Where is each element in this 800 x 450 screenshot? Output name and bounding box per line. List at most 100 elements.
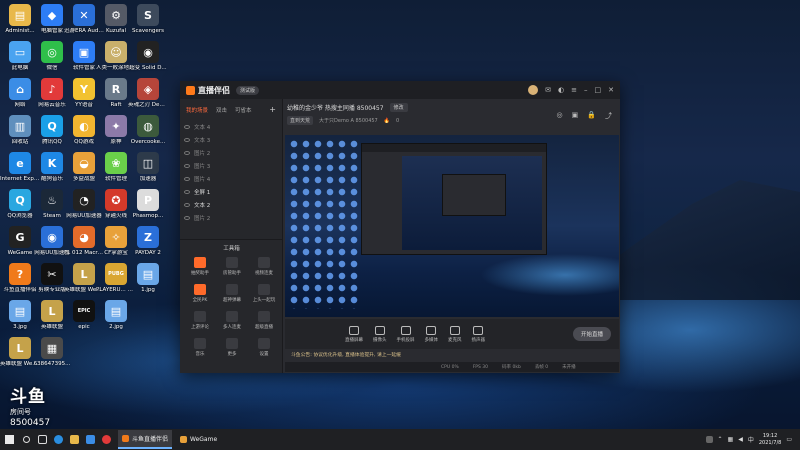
tool-button[interactable]: 设置 xyxy=(248,338,280,357)
desktop-icon[interactable]: S Scavengers xyxy=(128,4,168,35)
maximize-icon[interactable]: □ xyxy=(595,86,602,94)
tab-my-scenes[interactable]: 我的场景 xyxy=(186,106,208,114)
app-icon: ◒ xyxy=(73,152,95,174)
app-titlebar[interactable]: 直播伴侣 测试版 ✉ ◐ ≡ – □ ✕ xyxy=(180,81,620,99)
room-category[interactable]: 直到天荒 xyxy=(287,116,314,125)
desktop-icon-label: 2.jpg xyxy=(109,324,123,330)
tab-3[interactable]: 可省本 xyxy=(235,106,252,114)
edit-button[interactable]: 修改 xyxy=(389,103,408,112)
source-button[interactable]: 麦克风 xyxy=(448,325,462,343)
tool-button[interactable]: 上头一起玩 xyxy=(248,284,280,303)
eye-icon[interactable] xyxy=(184,163,190,168)
desktop-icon[interactable]: Z PAYDAY 2 xyxy=(128,226,168,257)
explorer-icon[interactable] xyxy=(66,429,82,450)
tool-label: 抽奖助手 xyxy=(191,271,209,276)
source-label: 麦克风 xyxy=(448,337,462,343)
desktop-icon[interactable]: ▤ 2.jpg xyxy=(96,300,136,331)
scene-label: 图片 3 xyxy=(194,163,211,170)
scene-item[interactable]: 图片 4 xyxy=(184,172,282,185)
tool-label: 上游评论 xyxy=(191,325,209,330)
scene-item[interactable]: 文本 4 xyxy=(184,120,282,133)
eye-icon[interactable] xyxy=(184,189,190,194)
eye-icon[interactable] xyxy=(184,176,190,181)
tool-button[interactable]: 视频连麦 xyxy=(248,257,280,276)
notification-icon[interactable]: ▭ xyxy=(786,436,792,443)
skin-icon[interactable]: ◐ xyxy=(558,86,564,94)
source-icon xyxy=(349,325,359,335)
volume-icon[interactable]: ◀ xyxy=(738,436,743,443)
network-icon[interactable]: ▦ xyxy=(728,436,734,443)
taskbar-task[interactable]: 斗鱼直播伴侣 xyxy=(118,430,172,449)
avatar[interactable] xyxy=(528,85,539,95)
search-icon[interactable] xyxy=(18,429,34,450)
tool-label: 更多 xyxy=(227,352,237,357)
tool-button[interactable]: 抽奖助手 xyxy=(184,257,216,276)
eye-icon[interactable] xyxy=(184,202,190,207)
tool-button[interactable]: 多人连麦 xyxy=(216,311,248,330)
source-button[interactable]: 摄像头 xyxy=(373,325,387,343)
tool-button[interactable]: 上游评论 xyxy=(184,311,216,330)
notice-banner[interactable]: 斗鱼公告: 协议优化升级, 直播体验提升, 请上一延缓 xyxy=(285,351,619,360)
source-button[interactable]: 多媒体 xyxy=(425,325,438,343)
desktop-icon[interactable]: ▤ 1.jpg xyxy=(128,263,168,294)
tray-app-icon[interactable] xyxy=(705,436,713,443)
desktop-icon-label: 1.jpg xyxy=(141,287,155,293)
desktop-icon[interactable]: ◈ 英魂之刃 Demo xyxy=(128,78,168,109)
message-icon[interactable]: ✉ xyxy=(545,86,551,94)
record-icon[interactable]: ◎ xyxy=(557,111,563,121)
clock[interactable]: 19:12 2021/7/8 xyxy=(759,433,781,447)
close-icon[interactable]: ✕ xyxy=(608,86,614,94)
menu-icon[interactable]: ≡ xyxy=(571,86,577,94)
scene-item[interactable]: 全屏 1 xyxy=(184,185,282,198)
scene-item[interactable]: 文本 2 xyxy=(184,198,282,211)
ime-icon[interactable]: 中 xyxy=(748,435,754,444)
tool-button[interactable]: 音乐 xyxy=(184,338,216,357)
app-icon: ▤ xyxy=(9,300,31,322)
desktop-icon[interactable]: P Phasmop... xyxy=(128,189,168,220)
tool-button[interactable]: 超神弹幕 xyxy=(216,284,248,303)
eye-icon[interactable] xyxy=(184,137,190,142)
stream-preview[interactable] xyxy=(285,135,619,317)
tab-2[interactable]: 双击 xyxy=(216,106,227,114)
app-icon: ◉ xyxy=(137,41,159,63)
share-icon[interactable]: ⤴ xyxy=(605,111,612,121)
eye-icon[interactable] xyxy=(184,215,190,220)
tool-button[interactable]: 房管助手 xyxy=(216,257,248,276)
desktop-icon[interactable]: ◍ Overcooke... xyxy=(128,115,168,146)
tool-button[interactable]: 超级直播 xyxy=(248,311,280,330)
source-button[interactable]: 扬声器 xyxy=(472,325,485,343)
taskbar-task[interactable]: WeGame xyxy=(176,430,232,449)
scene-item[interactable]: 图片 3 xyxy=(184,159,282,172)
desktop-icon[interactable]: ▦ 638647395... xyxy=(32,337,72,368)
douyu-taskbar-icon[interactable] xyxy=(98,429,114,450)
source-button[interactable]: 手机投屏 xyxy=(397,325,415,343)
tool-button[interactable]: 全民PK xyxy=(184,284,216,303)
desktop-icon[interactable]: ◫ 加速器 xyxy=(128,152,168,183)
edge-icon[interactable] xyxy=(50,429,66,450)
add-tab-button[interactable]: + xyxy=(269,105,276,114)
task-view-icon[interactable] xyxy=(34,429,50,450)
watermark-room-id: 8500457 xyxy=(10,418,51,428)
source-button[interactable]: 直播屏幕 xyxy=(345,325,363,343)
task-label: WeGame xyxy=(190,436,218,443)
start-button[interactable] xyxy=(0,429,18,450)
screenshot-icon[interactable]: ▣ xyxy=(572,111,579,121)
version-badge[interactable]: 测试版 xyxy=(236,85,260,95)
store-icon[interactable] xyxy=(82,429,98,450)
scene-item[interactable]: 图片 2 xyxy=(184,146,282,159)
app-icon: L xyxy=(73,263,95,285)
eye-icon[interactable] xyxy=(184,150,190,155)
eye-icon[interactable] xyxy=(184,124,190,129)
start-live-button[interactable]: 开始直播 xyxy=(572,327,611,341)
scene-item[interactable]: 图片 2 xyxy=(184,211,282,224)
scene-item[interactable]: 文本 3 xyxy=(184,133,282,146)
tool-button[interactable]: 更多 xyxy=(216,338,248,357)
desktop-icon[interactable]: ◉ 超变 Solid D... xyxy=(128,41,168,72)
taskbar: 斗鱼直播伴侣 WeGame ⌃ ▦ ◀ 中 19:12 2021/7/8 ▭ xyxy=(0,429,800,450)
preview-desktop-icons xyxy=(289,139,359,309)
lock-icon[interactable]: 🔒 xyxy=(587,111,596,121)
chevron-up-icon[interactable]: ⌃ xyxy=(718,436,723,443)
minimize-icon[interactable]: – xyxy=(584,86,588,94)
douyu-watermark: 斗鱼 房间号 8500457 xyxy=(10,388,62,428)
scene-sidebar: 我的场景 双击 可省本 + 文本 4 文本 3 图片 2 图片 3 图片 4 全屏 1 文本… xyxy=(180,99,283,373)
